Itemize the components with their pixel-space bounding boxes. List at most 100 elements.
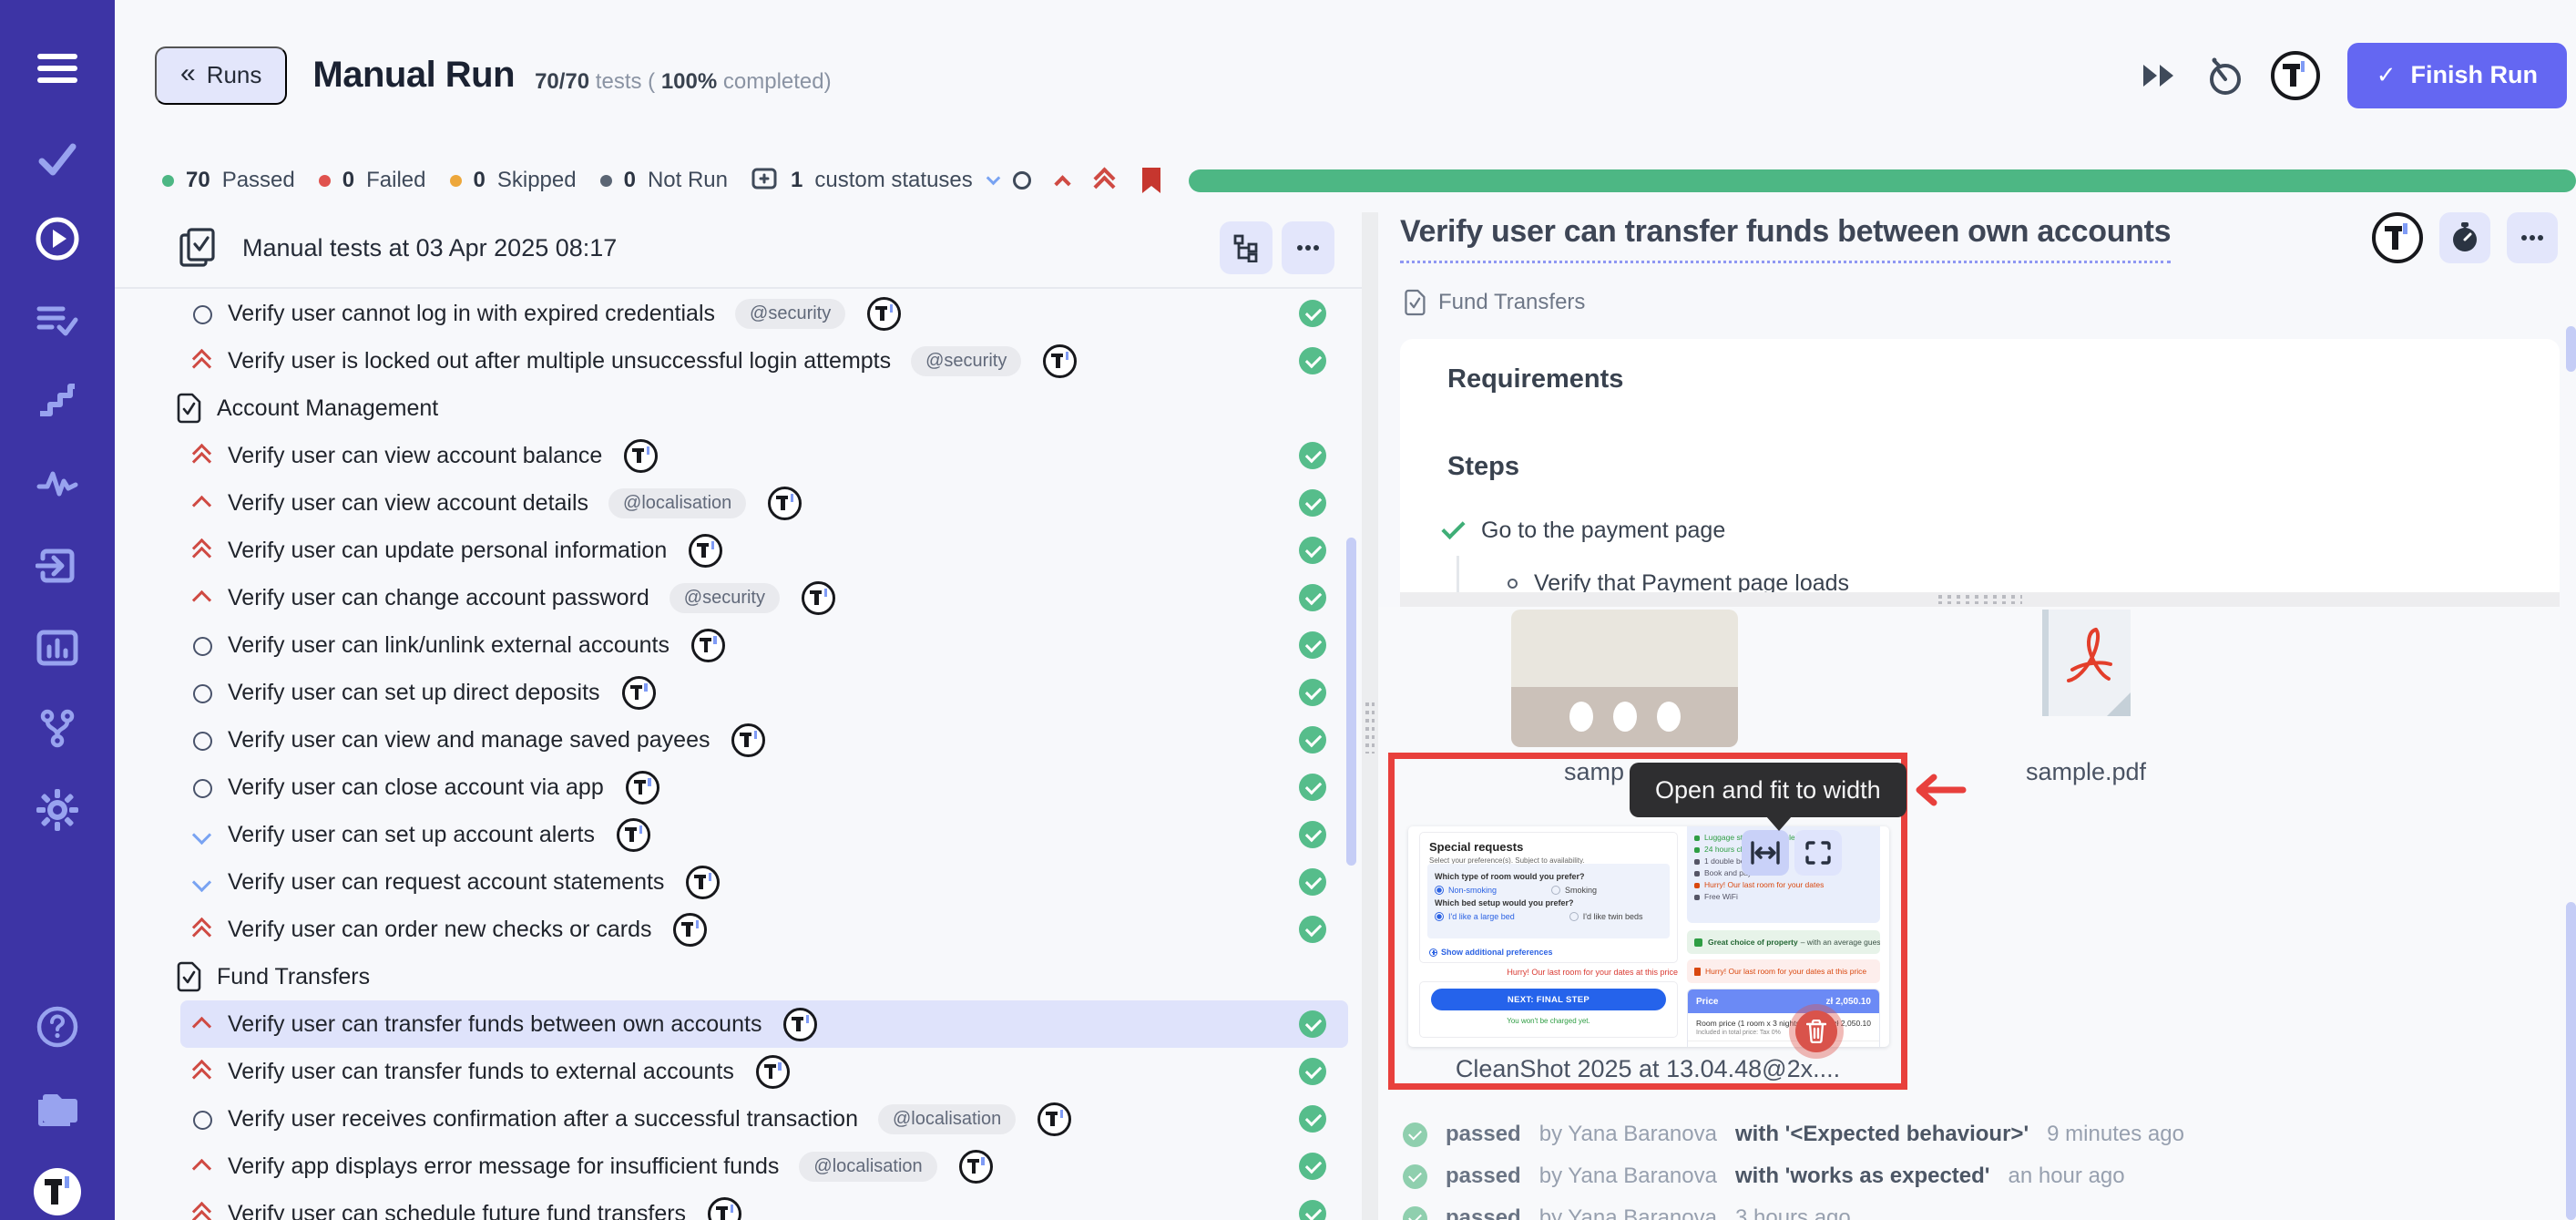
sidebar-item-runs-icon[interactable] xyxy=(0,206,115,272)
passed-status-icon[interactable] xyxy=(1299,821,1326,848)
ai-logo-icon[interactable] xyxy=(686,866,720,899)
priority-high-filter-icon[interactable] xyxy=(1054,175,1070,191)
sidebar-item-versions-icon[interactable] xyxy=(0,695,115,761)
attachment-image-thumbnail[interactable] xyxy=(1511,610,1738,747)
sidebar-item-settings-gear-icon[interactable] xyxy=(0,777,115,843)
sidebar-item-imports-icon[interactable] xyxy=(0,533,115,599)
open-fullscreen-button[interactable] xyxy=(1794,830,1842,876)
ai-logo-icon[interactable] xyxy=(708,1197,741,1220)
ai-logo-icon[interactable] xyxy=(783,1008,817,1041)
attachment-pdf-thumbnail[interactable] xyxy=(2042,610,2131,716)
priority-normal-filter-icon[interactable] xyxy=(1013,171,1031,190)
panel-resizer-horizontal[interactable] xyxy=(1400,592,2560,607)
passed-status-icon[interactable] xyxy=(1299,916,1326,943)
group-tree-button[interactable] xyxy=(1220,221,1273,274)
bookmark-filter-icon[interactable] xyxy=(1140,166,1163,195)
finish-run-button[interactable]: ✓ Finish Run xyxy=(2347,43,2567,108)
test-row[interactable]: Verify app displays error message for in… xyxy=(180,1143,1348,1190)
test-row[interactable]: Verify user can transfer funds between o… xyxy=(180,1000,1348,1048)
ai-logo-icon[interactable] xyxy=(626,771,659,805)
timer-icon[interactable] xyxy=(2205,55,2244,97)
detail-scrollbar-bottom[interactable] xyxy=(2566,902,2576,1220)
passed-status-icon[interactable] xyxy=(1299,300,1326,327)
ai-logo-icon[interactable] xyxy=(867,297,901,331)
ai-logo-icon[interactable] xyxy=(959,1150,993,1184)
ai-logo-icon[interactable] xyxy=(802,581,835,615)
test-row[interactable]: Verify user can request account statemen… xyxy=(180,858,1348,906)
sidebar-item-testcases-icon[interactable] xyxy=(0,289,115,354)
back-to-runs-button[interactable]: « Runs xyxy=(155,46,287,105)
detail-scrollbar-top[interactable] xyxy=(2566,326,2576,372)
passed-status-icon[interactable] xyxy=(1299,1153,1326,1180)
passed-status-icon[interactable] xyxy=(1299,1200,1326,1220)
delete-attachment-button[interactable] xyxy=(1795,1010,1837,1052)
list-scrollbar[interactable] xyxy=(1346,538,1356,866)
passed-status-icon[interactable] xyxy=(1299,442,1326,469)
ai-logo-icon[interactable] xyxy=(1043,344,1077,378)
test-detail-title[interactable]: Verify user can transfer funds between o… xyxy=(1400,214,2171,263)
step-item[interactable]: Go to the payment page xyxy=(1447,518,1725,544)
ai-logo-icon[interactable] xyxy=(622,676,656,710)
test-row[interactable]: Verify user can link/unlink external acc… xyxy=(180,621,1348,669)
test-row[interactable]: Verify user can set up account alerts xyxy=(180,811,1348,858)
ai-logo-icon[interactable] xyxy=(617,818,650,852)
passed-status-icon[interactable] xyxy=(1299,679,1326,706)
priority-critical-filter-icon[interactable] xyxy=(1094,169,1114,192)
ai-logo-icon[interactable] xyxy=(768,487,802,520)
test-row[interactable]: Verify user receives confirmation after … xyxy=(180,1095,1348,1143)
run-status-bar: 70 Passed 0 Failed 0 Skipped 0 Not Run 1… xyxy=(115,150,2576,210)
ai-logo-icon[interactable] xyxy=(731,723,765,757)
testomat-logo-icon[interactable] xyxy=(2271,51,2320,100)
passed-status-icon[interactable] xyxy=(1299,489,1326,517)
test-row[interactable]: Fund Transfers xyxy=(175,953,1348,1000)
test-row[interactable]: Account Management xyxy=(175,384,1348,432)
annotation-arrow-icon xyxy=(1910,772,1968,808)
custom-statuses-dropdown[interactable]: 1 custom statuses xyxy=(751,168,998,193)
menu-hamburger-icon[interactable] xyxy=(0,36,115,101)
test-row[interactable]: Verify user can update personal informat… xyxy=(180,527,1348,574)
passed-status-icon[interactable] xyxy=(1299,347,1326,374)
passed-status-icon[interactable] xyxy=(1299,584,1326,611)
passed-status-icon[interactable] xyxy=(1299,537,1326,564)
substep-item[interactable]: Verify that Payment page loads xyxy=(1508,570,1849,592)
open-fit-to-width-button[interactable] xyxy=(1742,830,1789,876)
sidebar-item-milestones-icon[interactable] xyxy=(0,366,115,432)
timer-button[interactable] xyxy=(2439,212,2490,263)
ai-logo-icon[interactable] xyxy=(756,1055,790,1089)
list-more-options-button[interactable] xyxy=(1282,221,1334,274)
passed-status-icon[interactable] xyxy=(1299,1105,1326,1133)
sidebar-item-reports-icon[interactable] xyxy=(0,615,115,681)
ai-logo-icon[interactable] xyxy=(689,534,722,568)
ai-logo-icon[interactable] xyxy=(673,913,707,947)
test-row[interactable]: Verify user can close account via app xyxy=(180,764,1348,811)
passed-status-icon[interactable] xyxy=(1299,631,1326,659)
ai-logo-icon[interactable] xyxy=(2372,212,2423,263)
test-row[interactable]: Verify user can transfer funds to extern… xyxy=(180,1048,1348,1095)
test-row[interactable]: Verify user cannot log in with expired c… xyxy=(180,290,1348,337)
passed-status-icon[interactable] xyxy=(1299,868,1326,896)
projects-folder-icon[interactable] xyxy=(0,1077,115,1143)
ai-logo-icon[interactable] xyxy=(691,629,725,662)
test-row[interactable]: Verify user can set up direct deposits xyxy=(180,669,1348,716)
ai-logo-icon[interactable] xyxy=(1038,1102,1071,1136)
passed-status-icon[interactable] xyxy=(1299,726,1326,754)
app-logo-icon[interactable] xyxy=(0,1159,115,1220)
passed-status-icon[interactable] xyxy=(1299,774,1326,801)
sidebar-item-checks-icon[interactable] xyxy=(0,127,115,192)
passed-status-icon[interactable] xyxy=(1299,1058,1326,1085)
test-row[interactable]: Verify user is locked out after multiple… xyxy=(180,337,1348,384)
sidebar-item-activity-icon[interactable] xyxy=(0,450,115,516)
panel-resizer-vertical[interactable] xyxy=(1362,212,1378,1220)
test-row[interactable]: Verify user can order new checks or card… xyxy=(180,906,1348,953)
help-icon[interactable] xyxy=(0,994,115,1060)
detail-more-options-button[interactable] xyxy=(2507,212,2558,263)
test-row[interactable]: Verify user can view account details @lo… xyxy=(180,479,1348,527)
test-row[interactable]: Verify user can change account password … xyxy=(180,574,1348,621)
passed-status-icon[interactable] xyxy=(1299,1010,1326,1038)
ai-logo-icon[interactable] xyxy=(624,439,658,473)
breadcrumb[interactable]: Fund Transfers xyxy=(1403,289,1585,316)
fast-forward-icon[interactable] xyxy=(2140,60,2178,91)
test-row[interactable]: Verify user can view and manage saved pa… xyxy=(180,716,1348,764)
test-row[interactable]: Verify user can view account balance xyxy=(180,432,1348,479)
test-row[interactable]: Verify user can schedule future fund tra… xyxy=(180,1190,1348,1220)
